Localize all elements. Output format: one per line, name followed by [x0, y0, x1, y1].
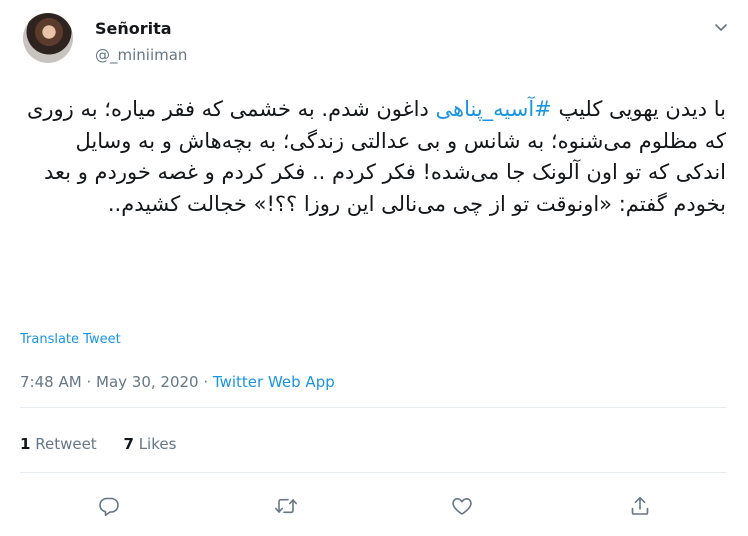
tweet-source-link[interactable]: Twitter Web App	[213, 373, 335, 391]
share-icon	[629, 495, 651, 517]
display-name[interactable]: Señorita	[95, 18, 172, 40]
likes-count: 7	[123, 435, 134, 453]
chevron-down-icon	[714, 20, 728, 34]
like-button[interactable]	[449, 493, 475, 519]
tweet-stats: 1 Retweet 7 Likes	[20, 434, 198, 454]
tweet-date[interactable]: May 30, 2020	[96, 373, 199, 391]
hashtag-link[interactable]: #آسیه_پناهی	[436, 97, 552, 121]
retweet-button[interactable]	[273, 493, 299, 519]
share-button[interactable]	[627, 493, 653, 519]
meta-separator: ·	[203, 373, 209, 391]
retweets-label: Retweet	[35, 435, 97, 453]
tweet-time[interactable]: 7:48 AM	[20, 373, 82, 391]
divider	[20, 472, 727, 473]
tweet-metadata: 7:48 AM · May 30, 2020 · Twitter Web App	[20, 372, 335, 392]
retweets-count: 1	[20, 435, 31, 453]
tweet-text-part: با دیدن یهویی کلیپ	[551, 97, 726, 121]
more-options-button[interactable]	[710, 16, 732, 38]
user-handle[interactable]: @_miniiman	[95, 45, 187, 65]
reply-icon	[98, 495, 120, 517]
like-icon	[451, 495, 473, 517]
likes-stat[interactable]: 7 Likes	[123, 435, 176, 453]
retweets-stat[interactable]: 1 Retweet	[20, 435, 97, 453]
translate-tweet-link[interactable]: Translate Tweet	[20, 332, 121, 347]
meta-separator: ·	[86, 373, 92, 391]
retweet-icon	[274, 495, 298, 517]
avatar[interactable]	[23, 13, 73, 63]
tweet-text: با دیدن یهویی کلیپ #آسیه_پناهی داغون شدم…	[22, 94, 726, 220]
divider	[20, 407, 727, 408]
reply-button[interactable]	[96, 493, 122, 519]
likes-label: Likes	[138, 435, 177, 453]
